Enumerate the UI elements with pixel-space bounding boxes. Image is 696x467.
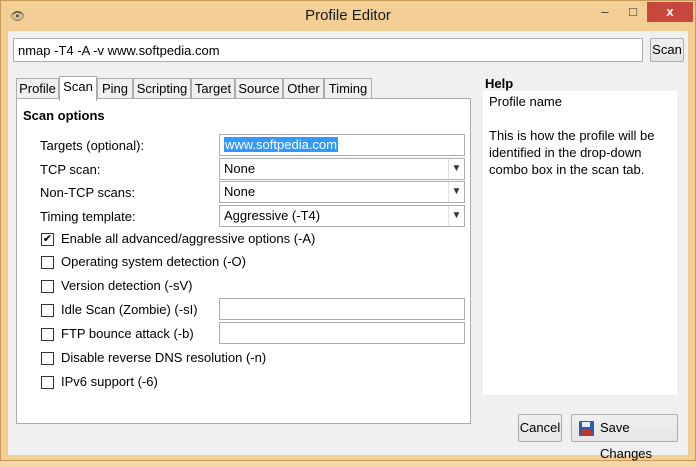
help-heading: Profile name	[489, 94, 562, 109]
help-text: This is how the profile will be identifi…	[489, 128, 655, 177]
timing-template-combo[interactable]: Aggressive (-T4) ▼	[219, 205, 465, 227]
tcp-scan-label: TCP scan:	[40, 162, 101, 177]
nontcp-scan-value: None	[224, 184, 256, 199]
checkbox-label: IPv6 support (-6)	[61, 374, 158, 389]
checkbox-disable-dns[interactable]	[41, 352, 54, 365]
idle-scan-input[interactable]	[219, 298, 465, 320]
checkbox-label: Operating system detection (-O)	[61, 254, 246, 269]
scan-button[interactable]: Scan	[650, 38, 684, 62]
nontcp-scan-combo[interactable]: None ▼	[219, 181, 465, 203]
tab-scan[interactable]: Scan	[59, 76, 97, 101]
checkbox-version-detection[interactable]	[41, 280, 54, 293]
chevron-down-icon[interactable]: ▼	[448, 206, 464, 226]
checkbox-label: Idle Scan (Zombie) (-sI)	[61, 302, 198, 317]
checkbox-label: Disable reverse DNS resolution (-n)	[61, 350, 267, 365]
section-title: Scan options	[23, 108, 105, 123]
title-bar: 👁 Profile Editor – □ x	[1, 1, 695, 31]
tab-profile[interactable]: Profile	[16, 78, 59, 100]
checkbox-label: Enable all advanced/aggressive options (…	[61, 231, 316, 246]
targets-value: www.softpedia.com	[224, 137, 338, 152]
checkbox-idle-scan[interactable]	[41, 304, 54, 317]
save-changes-button[interactable]: Save Changes	[571, 414, 678, 461]
scan-options-panel: Scan options Targets (optional): www.sof…	[16, 98, 471, 424]
tab-timing[interactable]: Timing	[324, 78, 372, 100]
tab-scripting[interactable]: Scripting	[133, 78, 191, 100]
close-button[interactable]: x	[647, 2, 693, 22]
checkbox-aggressive[interactable]: ✔	[41, 233, 54, 246]
checkbox-label: FTP bounce attack (-b)	[61, 326, 194, 341]
save-changes-label: Save Changes	[600, 420, 653, 461]
client-area: Scan Profile Scan Ping Scripting Target …	[8, 31, 688, 461]
nontcp-scan-label: Non-TCP scans:	[40, 185, 136, 200]
minimize-button[interactable]: –	[591, 2, 619, 22]
checkbox-os-detection[interactable]	[41, 256, 54, 269]
timing-template-label: Timing template:	[40, 209, 136, 224]
cancel-button[interactable]: Cancel	[518, 414, 562, 442]
help-box: Profile name This is how the profile wil…	[483, 91, 677, 395]
targets-input[interactable]: www.softpedia.com	[219, 134, 465, 156]
command-input[interactable]	[13, 38, 643, 62]
tab-source[interactable]: Source	[235, 78, 283, 100]
tcp-scan-value: None	[224, 161, 256, 176]
save-icon	[579, 421, 594, 436]
tab-target[interactable]: Target	[191, 78, 235, 100]
chevron-down-icon[interactable]: ▼	[448, 182, 464, 202]
tab-ping[interactable]: Ping	[97, 78, 133, 100]
ftp-bounce-input[interactable]	[219, 322, 465, 344]
profile-editor-window: 👁 Profile Editor – □ x Scan Profile Scan…	[0, 0, 696, 461]
checkbox-ftp-bounce[interactable]	[41, 328, 54, 341]
tcp-scan-combo[interactable]: None ▼	[219, 158, 465, 180]
checkbox-label: Version detection (-sV)	[61, 278, 193, 293]
chevron-down-icon[interactable]: ▼	[448, 159, 464, 179]
targets-label: Targets (optional):	[40, 138, 145, 153]
help-title: Help	[485, 76, 514, 91]
timing-template-value: Aggressive (-T4)	[224, 208, 321, 223]
tab-other[interactable]: Other	[283, 78, 324, 100]
checkbox-ipv6[interactable]	[41, 376, 54, 389]
maximize-button[interactable]: □	[619, 2, 647, 22]
